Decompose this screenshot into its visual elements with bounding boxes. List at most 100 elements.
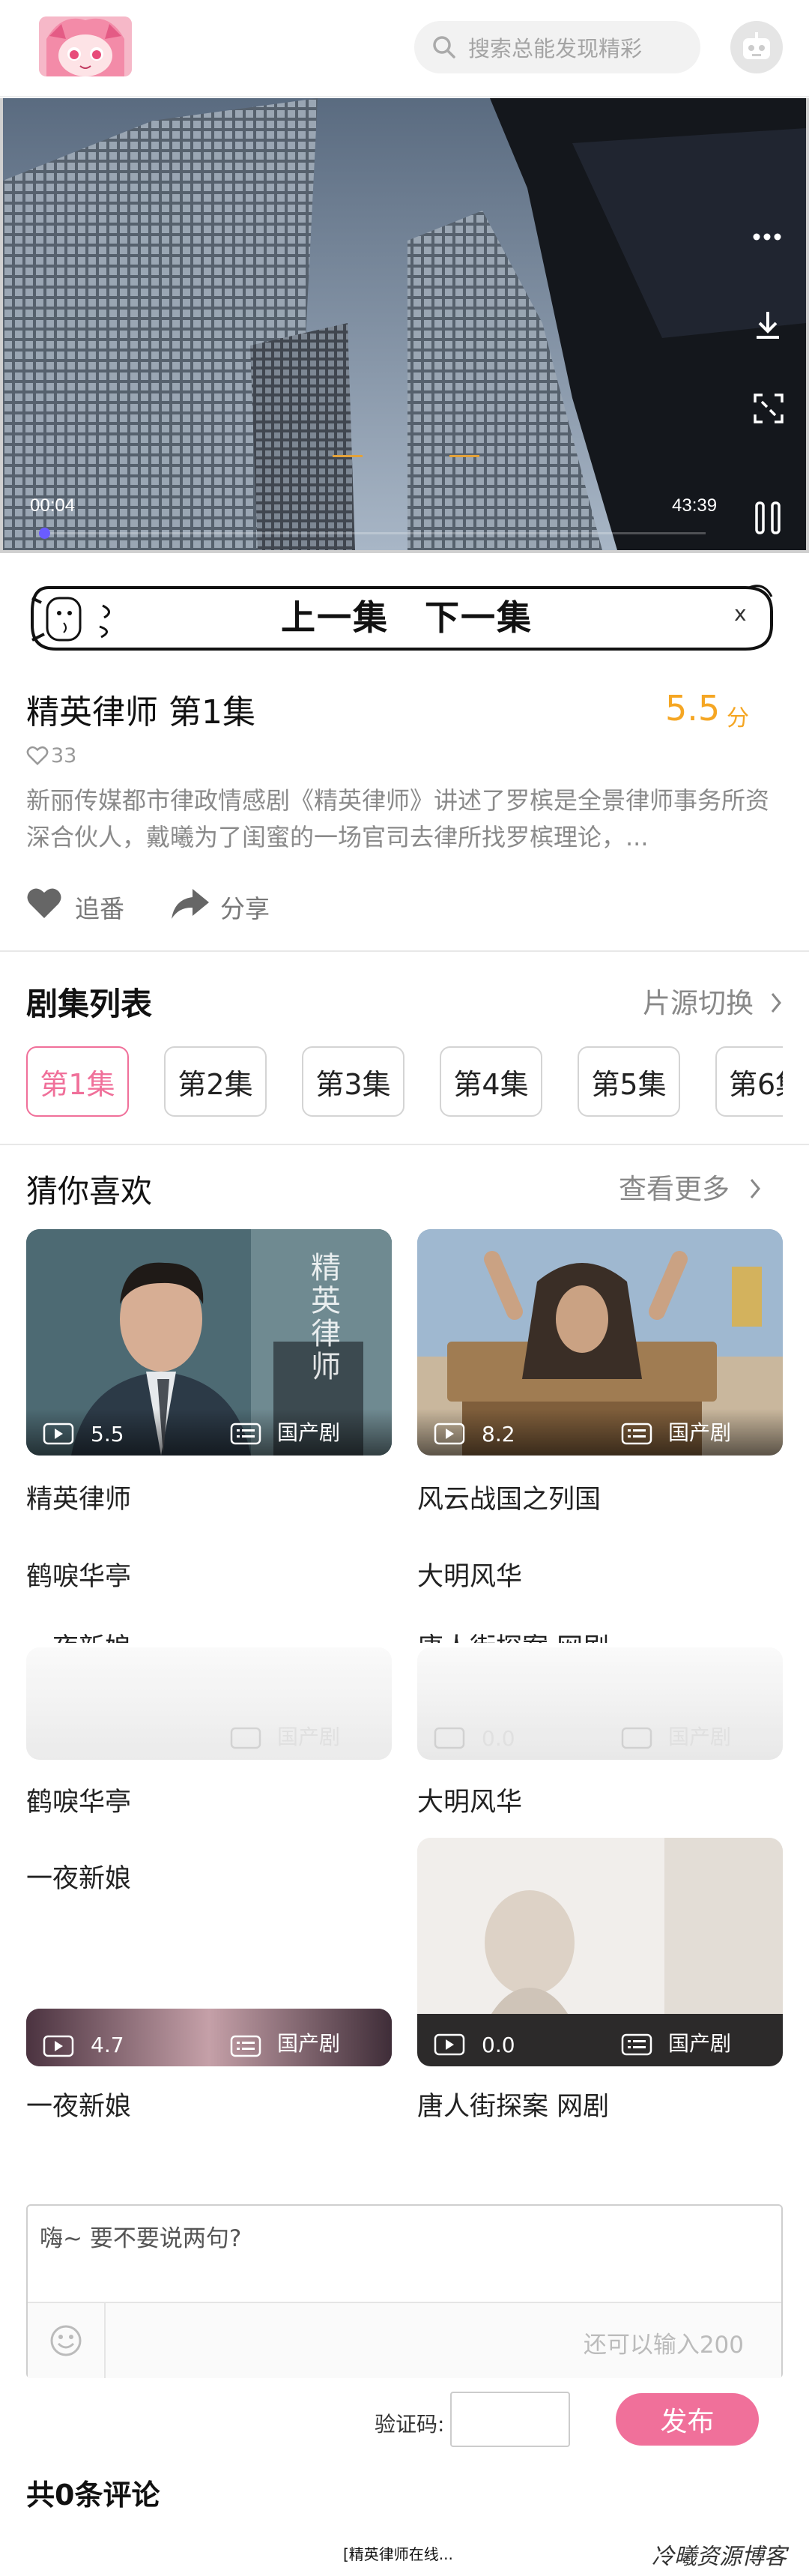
card-genre: 国产剧: [277, 2031, 341, 2056]
progress-handle[interactable]: [39, 528, 50, 539]
card-title[interactable]: 大明风华: [417, 1555, 522, 1593]
card-title[interactable]: 风云战国之列国: [417, 1478, 601, 1516]
video-card[interactable]: 精英律师 5.5 国产剧: [26, 1229, 392, 1456]
episode-tab[interactable]: 第6集: [715, 1046, 783, 1117]
card-genre: 国产剧: [668, 1725, 732, 1749]
prev-episode-button[interactable]: 上一集: [281, 591, 389, 640]
episode-list-title: 剧集列表: [26, 986, 153, 1022]
card-score: 0.0: [482, 2033, 515, 2057]
video-frame: [3, 98, 806, 550]
progress-track[interactable]: [39, 532, 706, 534]
play-icon: [434, 1727, 465, 1752]
like-count: 33: [51, 744, 77, 767]
card-title[interactable]: 一夜新娘: [26, 2085, 131, 2123]
episode-nav-bar: 上一集 下一集 x: [26, 582, 778, 655]
episode-tabs: 第1集 第2集 第3集 第4集 第5集 第6集: [26, 1042, 783, 1121]
captcha-input[interactable]: [450, 2392, 570, 2447]
video-card[interactable]: 4.7 国产剧: [26, 2009, 392, 2066]
watermark: 冷曦资源博客: [652, 2544, 787, 2570]
current-time: 00:04: [30, 495, 76, 516]
list-icon: [621, 2033, 652, 2059]
comment-box: 嗨~ 要不要说两句? 还可以输入200: [26, 2204, 783, 2378]
pause-icon[interactable]: [754, 501, 784, 537]
play-icon: [43, 2035, 74, 2060]
card-title[interactable]: 一夜新娘: [26, 1626, 131, 1643]
view-more-button[interactable]: 查看更多: [619, 1166, 761, 1207]
remaining-chars: 还可以输入200: [583, 2332, 744, 2359]
episode-tab[interactable]: 第2集: [164, 1046, 267, 1117]
card-genre: 国产剧: [277, 1420, 341, 1445]
top-header: 搜索总能发现精彩: [0, 0, 809, 97]
view-more-label: 查看更多: [619, 1173, 730, 1205]
card-score: 4.7: [91, 2033, 124, 2057]
recommend-title: 猜你喜欢: [26, 1173, 153, 1210]
comment-input[interactable]: 嗨~ 要不要说两句?: [28, 2206, 781, 2302]
source-switch-label: 片源切换: [643, 987, 754, 1019]
play-icon: [434, 1423, 465, 1448]
search-placeholder: 搜索总能发现精彩: [468, 36, 643, 61]
episode-tab[interactable]: 第1集: [26, 1046, 129, 1117]
poster-title-text: 精英律师: [311, 1251, 341, 1384]
search-input[interactable]: 搜索总能发现精彩: [414, 21, 700, 73]
rating-score: 5.5: [665, 688, 721, 729]
divider: [0, 950, 809, 952]
description: 新丽传媒都市律政情感剧《精英律师》讲述了罗槟是全景律师事务所资深合伙人，戴曦为了…: [26, 786, 770, 851]
video-card[interactable]: 0.0 国产剧: [417, 1838, 783, 2066]
share-icon[interactable]: [170, 887, 210, 923]
captcha-label: 验证码:: [375, 2412, 445, 2437]
fullscreen-icon[interactable]: [752, 392, 785, 428]
episode-tab[interactable]: 第3集: [302, 1046, 404, 1117]
card-title[interactable]: 鹤唳华亭: [26, 1781, 131, 1819]
episode-nav-frame: [31, 585, 773, 651]
card-title[interactable]: 唐人街探案 网剧: [417, 2085, 609, 2123]
video-player[interactable]: 00:04 43:39: [0, 98, 809, 553]
footer-text: [精英律师在线...: [343, 2545, 453, 2563]
close-episode-bar-icon[interactable]: x: [734, 601, 747, 626]
heart-icon[interactable]: [26, 887, 62, 923]
publish-button[interactable]: 发布: [616, 2393, 759, 2446]
comment-count: 共0条评论: [26, 2479, 160, 2512]
episode-tab[interactable]: 第4集: [440, 1046, 542, 1117]
robot-avatar-icon[interactable]: [730, 21, 783, 73]
comment-toolbar: 还可以输入200: [28, 2302, 781, 2378]
card-genre: 国产剧: [668, 1420, 732, 1445]
list-icon: [621, 1423, 652, 1448]
video-card[interactable]: 0.0 国产剧: [417, 1647, 783, 1760]
search-icon: [431, 34, 458, 66]
card-title[interactable]: 大明风华: [417, 1781, 522, 1819]
card-title[interactable]: 精英律师: [26, 1478, 131, 1516]
chevron-right-icon: [770, 989, 782, 1021]
play-icon: [43, 1423, 74, 1448]
card-title[interactable]: 鹤唳华亭: [26, 1555, 131, 1593]
list-icon: [230, 1727, 261, 1752]
card-score: 5.5: [91, 1422, 124, 1447]
episode-tab[interactable]: 第5集: [578, 1046, 680, 1117]
list-icon: [230, 1423, 261, 1448]
episode-title: 精英律师 第1集: [26, 693, 255, 732]
list-icon: [621, 1727, 652, 1752]
video-card[interactable]: 8.2 国产剧: [417, 1229, 783, 1456]
site-logo[interactable]: [39, 16, 132, 76]
clipped-row: 一夜新娘 唐人街探案 网剧: [26, 1619, 783, 1643]
card-title[interactable]: 一夜新娘: [26, 1857, 131, 1895]
emoji-icon[interactable]: [28, 2303, 106, 2378]
follow-button[interactable]: 追番: [75, 889, 124, 925]
card-score: 8.2: [482, 1422, 515, 1447]
card-score: 0.0: [482, 1726, 515, 1751]
next-episode-button[interactable]: 下一集: [425, 591, 533, 640]
card-genre: 国产剧: [277, 1725, 341, 1749]
share-button[interactable]: 分享: [220, 889, 270, 925]
list-icon: [230, 2035, 261, 2060]
card-genre: 国产剧: [668, 2031, 732, 2056]
chevron-right-icon: [749, 1174, 761, 1207]
heart-outline-icon[interactable]: [26, 745, 49, 769]
total-time: 43:39: [672, 495, 718, 516]
rating-unit: 分: [727, 705, 749, 732]
video-card[interactable]: 国产剧: [26, 1647, 392, 1760]
divider: [0, 1144, 809, 1145]
play-icon: [434, 2033, 465, 2059]
source-switch-button[interactable]: 片源切换: [643, 980, 782, 1021]
card-title[interactable]: 唐人街探案 网剧: [417, 1626, 609, 1643]
download-icon[interactable]: [752, 310, 784, 344]
more-icon[interactable]: [752, 230, 782, 244]
